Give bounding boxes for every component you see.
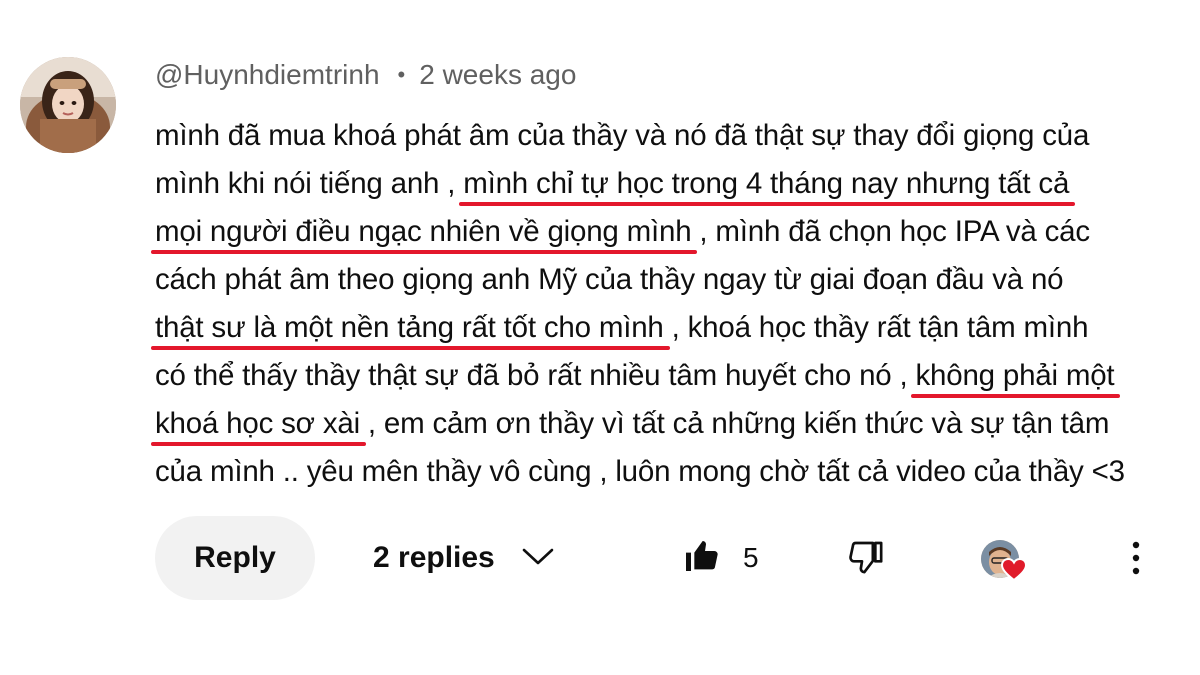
replies-toggle-button[interactable]: 2 replies bbox=[373, 516, 555, 600]
comment-line: thật sư là một nền tảng rất tốt cho mình… bbox=[151, 304, 1195, 352]
like-count: 5 bbox=[743, 542, 759, 573]
comment-thread: @Huynhdiemtrinh • 2 weeks ago mình đã mu… bbox=[0, 0, 1200, 675]
creator-heart-badge[interactable] bbox=[981, 536, 1028, 584]
header-separator: • bbox=[397, 62, 406, 87]
comment-text: mình đã mua khoá phát âm của thầy và nó … bbox=[150, 112, 1195, 496]
thumbs-up-icon bbox=[681, 536, 721, 581]
highlighted-text: thật sư là một nền tảng rất tốt cho mình bbox=[151, 304, 670, 352]
comment-line: có thể thấy thầy thật sự đã bỏ rất nhiều… bbox=[155, 352, 1195, 400]
thumbs-down-icon bbox=[847, 541, 887, 582]
comment-line: của mình .. yêu mên thầy vô cùng , luôn … bbox=[155, 448, 1195, 496]
comment-timestamp[interactable]: 2 weeks ago bbox=[419, 59, 576, 91]
comment-line: cách phát âm theo giọng anh Mỹ của thầy … bbox=[155, 256, 1195, 304]
comment-text-segment: của mình .. yêu mên thầy vô cùng , luôn … bbox=[155, 455, 1125, 488]
comment-text-segment: , mình đã chọn học IPA và các bbox=[691, 215, 1090, 248]
like-button[interactable]: 5 bbox=[681, 516, 759, 600]
comment-text-segment: , em cảm ơn thầy vì tất cả những kiến th… bbox=[359, 407, 1110, 440]
comment-line: mình khi nói tiếng anh , mình chỉ tự học… bbox=[155, 160, 1195, 208]
comment-text-segment: , khoá học thầy rất tận tâm mình bbox=[663, 311, 1089, 344]
comment-text-segment: cách phát âm theo giọng anh Mỹ của thầy … bbox=[155, 263, 1064, 296]
comment-actions: Reply 2 replies 5 bbox=[155, 516, 1195, 600]
comment-line: khoá học sơ xài , em cảm ơn thầy vì tất … bbox=[151, 400, 1195, 448]
comment-line: mình đã mua khoá phát âm của thầy và nó … bbox=[155, 112, 1195, 160]
highlighted-text: mọi người điều ngạc nhiên về giọng mình bbox=[150, 208, 698, 256]
comment-header: @Huynhdiemtrinh • 2 weeks ago bbox=[155, 56, 576, 94]
highlighted-text: không phải một bbox=[911, 352, 1121, 400]
dislike-button[interactable] bbox=[847, 538, 887, 578]
more-actions-button[interactable] bbox=[1121, 538, 1151, 578]
author-avatar[interactable] bbox=[20, 57, 116, 153]
creator-heart-icon bbox=[1000, 557, 1028, 582]
comment-text-segment: mình khi nói tiếng anh , bbox=[155, 167, 464, 200]
author-name[interactable]: @Huynhdiemtrinh bbox=[155, 59, 380, 91]
chevron-down-icon bbox=[521, 541, 555, 575]
replies-count-label: 2 replies bbox=[373, 541, 495, 574]
comment-text-segment: mình đã mua khoá phát âm của thầy và nó … bbox=[155, 119, 1090, 152]
comment-text-segment: có thể thấy thầy thật sự đã bỏ rất nhiều… bbox=[155, 359, 916, 392]
comment-line: mọi người điều ngạc nhiên về giọng mình … bbox=[150, 208, 1195, 256]
reply-button[interactable]: Reply bbox=[155, 516, 315, 600]
more-vert-icon bbox=[1121, 541, 1151, 582]
highlighted-text: mình chỉ tự học trong 4 tháng nay nhưng … bbox=[459, 160, 1076, 208]
highlighted-text: khoá học sơ xài bbox=[151, 400, 366, 448]
